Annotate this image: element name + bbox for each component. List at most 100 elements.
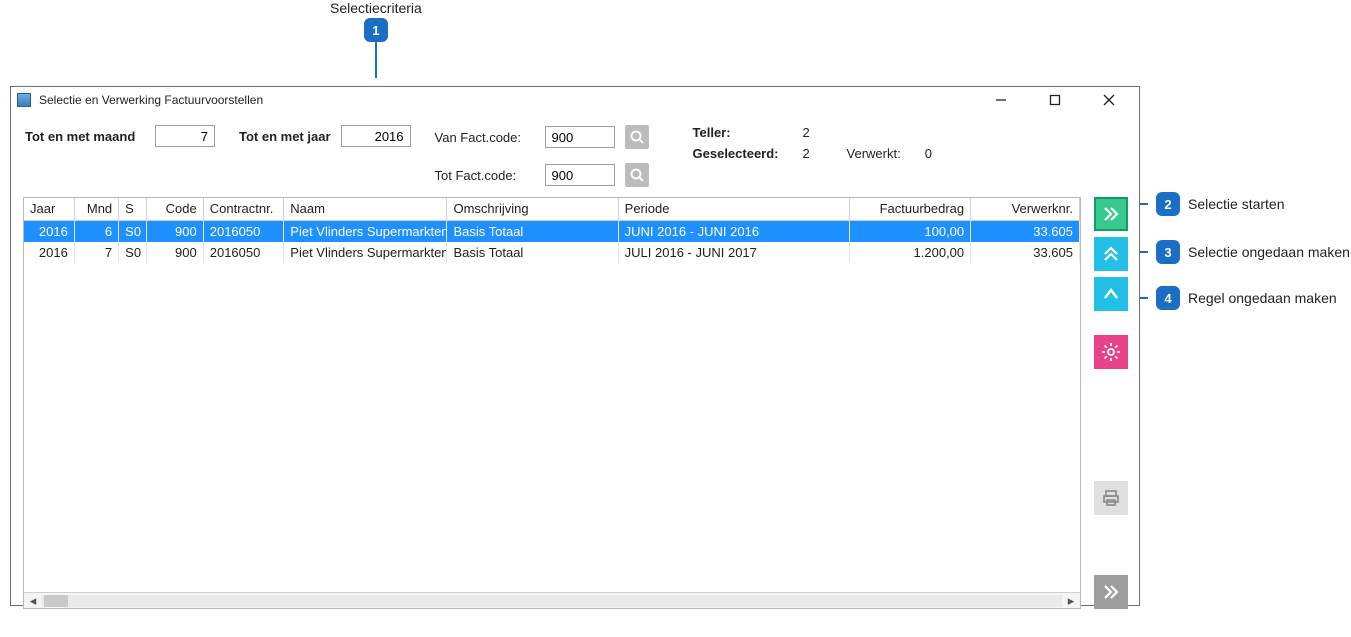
verwerkt-value: 0 <box>925 146 945 161</box>
col-s[interactable]: S <box>119 198 147 220</box>
horizontal-scrollbar[interactable]: ◂ ▸ <box>24 592 1080 608</box>
criteria-month: Tot en met maand <box>25 125 215 147</box>
from-code-search-button[interactable] <box>625 125 649 149</box>
teller-label: Teller: <box>693 125 779 140</box>
app-icon <box>17 93 31 107</box>
to-code-input[interactable] <box>545 164 615 186</box>
table-cell: 1.200,00 <box>850 242 971 263</box>
selectie-ongedaan-button[interactable] <box>1094 237 1128 271</box>
callout-connector <box>375 42 377 78</box>
data-table[interactable]: Jaar Mnd S Code Contractnr. Naam Omschri… <box>24 198 1080 263</box>
search-icon <box>629 167 645 183</box>
maximize-button[interactable] <box>1037 90 1073 110</box>
criteria-year: Tot en met jaar <box>239 125 411 147</box>
table-cell: S0 <box>119 242 147 263</box>
grid-area: Jaar Mnd S Code Contractnr. Naam Omschri… <box>11 197 1139 613</box>
double-chevron-right-icon <box>1101 204 1121 224</box>
minimize-icon <box>995 94 1007 106</box>
scroll-track[interactable] <box>42 595 1062 607</box>
criteria-to-code: Tot Fact.code: <box>435 163 649 187</box>
criteria-panel: Tot en met maand Tot en met jaar Van Fac… <box>11 113 1139 197</box>
table-cell: JUNI 2016 - JUNI 2016 <box>618 220 850 242</box>
scroll-left-icon[interactable]: ◂ <box>26 593 40 609</box>
window-controls <box>983 90 1133 110</box>
col-code[interactable]: Code <box>147 198 203 220</box>
double-chevron-right-icon <box>1101 582 1121 602</box>
callout-label: Regel ongedaan maken <box>1188 290 1337 306</box>
geselecteerd-value: 2 <box>803 146 823 161</box>
regel-ongedaan-button[interactable] <box>1094 277 1128 311</box>
minimize-button[interactable] <box>983 90 1019 110</box>
month-label: Tot en met maand <box>25 129 145 144</box>
table-cell: 2016050 <box>203 242 284 263</box>
callout-label: Selectie starten <box>1188 196 1285 212</box>
teller-value: 2 <box>803 125 823 140</box>
col-naam[interactable]: Naam <box>284 198 447 220</box>
table-cell: 2016 <box>24 242 74 263</box>
to-code-search-button[interactable] <box>625 163 649 187</box>
close-icon <box>1103 94 1115 106</box>
col-factuurbedrag[interactable]: Factuurbedrag <box>850 198 971 220</box>
scroll-thumb[interactable] <box>44 595 68 607</box>
table-cell: 6 <box>74 220 118 242</box>
titlebar: Selectie en Verwerking Factuurvoorstelle… <box>11 87 1139 113</box>
table-cell: 2016050 <box>203 220 284 242</box>
table-cell: 33.605 <box>971 242 1080 263</box>
callout-badge-3: 3 <box>1156 240 1180 264</box>
table-cell: Basis Totaal <box>447 220 618 242</box>
chevron-up-icon <box>1101 284 1121 304</box>
close-button[interactable] <box>1091 90 1127 110</box>
table-cell: 900 <box>147 220 203 242</box>
scroll-right-icon[interactable]: ▸ <box>1064 593 1078 609</box>
maximize-icon <box>1049 94 1061 106</box>
callout-selectiecriteria: Selectiecriteria 1 <box>330 0 422 78</box>
table-cell: 2016 <box>24 220 74 242</box>
col-verwerknr[interactable]: Verwerknr. <box>971 198 1080 220</box>
next-button[interactable] <box>1094 575 1128 609</box>
table-row[interactable]: 20166S09002016050Piet Vlinders Supermark… <box>24 220 1080 242</box>
year-label: Tot en met jaar <box>239 129 331 144</box>
to-code-label: Tot Fact.code: <box>435 168 535 183</box>
callout-badge-4: 4 <box>1156 286 1180 310</box>
table-cell: S0 <box>119 220 147 242</box>
callout-badge-1: 1 <box>364 18 388 42</box>
verwerkt-label: Verwerkt: <box>847 146 901 161</box>
callout-selectie-ongedaan: 3 Selectie ongedaan maken <box>1120 240 1350 264</box>
col-periode[interactable]: Periode <box>618 198 850 220</box>
callout-selectie-starten: 2 Selectie starten <box>1120 192 1285 216</box>
table-cell: Piet Vlinders Supermarkten B <box>284 242 447 263</box>
col-jaar[interactable]: Jaar <box>24 198 74 220</box>
callout-label: Selectiecriteria <box>330 0 422 16</box>
table-cell: 7 <box>74 242 118 263</box>
callout-badge-2: 2 <box>1156 192 1180 216</box>
table-row[interactable]: 20167S09002016050Piet Vlinders Supermark… <box>24 242 1080 263</box>
criteria-codes: Van Fact.code: Tot Fact.code: <box>435 125 649 187</box>
stats-panel: Teller: 2 Geselecteerd: 2 Verwerkt: 0 <box>693 125 945 161</box>
gear-icon <box>1101 342 1121 362</box>
settings-button[interactable] <box>1094 335 1128 369</box>
print-icon <box>1101 488 1121 508</box>
month-input[interactable] <box>155 125 215 147</box>
from-code-input[interactable] <box>545 126 615 148</box>
print-button[interactable] <box>1094 481 1128 515</box>
data-table-container: Jaar Mnd S Code Contractnr. Naam Omschri… <box>23 197 1081 609</box>
table-header-row: Jaar Mnd S Code Contractnr. Naam Omschri… <box>24 198 1080 220</box>
col-mnd[interactable]: Mnd <box>74 198 118 220</box>
table-cell: JULI 2016 - JUNI 2017 <box>618 242 850 263</box>
selectie-starten-button[interactable] <box>1094 197 1128 231</box>
action-buttons <box>1087 197 1135 609</box>
col-omschrijving[interactable]: Omschrijving <box>447 198 618 220</box>
table-cell: 900 <box>147 242 203 263</box>
app-window: Selectie en Verwerking Factuurvoorstelle… <box>10 86 1140 606</box>
criteria-from-code: Van Fact.code: <box>435 125 649 149</box>
geselecteerd-label: Geselecteerd: <box>693 146 779 161</box>
table-cell: Piet Vlinders Supermarkten B <box>284 220 447 242</box>
search-icon <box>629 129 645 145</box>
col-contractnr[interactable]: Contractnr. <box>203 198 284 220</box>
from-code-label: Van Fact.code: <box>435 130 535 145</box>
table-cell: 33.605 <box>971 220 1080 242</box>
callout-label: Selectie ongedaan maken <box>1188 244 1350 260</box>
callout-regel-ongedaan: 4 Regel ongedaan maken <box>1120 286 1337 310</box>
table-cell: 100,00 <box>850 220 971 242</box>
year-input[interactable] <box>341 125 411 147</box>
